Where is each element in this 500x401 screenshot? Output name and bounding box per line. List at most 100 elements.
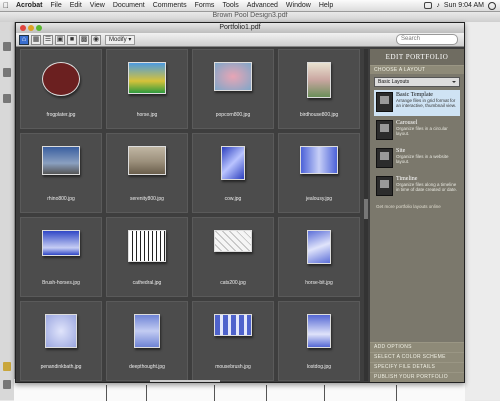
file-label: rhino800.jpg: [47, 196, 75, 202]
layout-option-site[interactable]: Site Organize files in a website layout.: [374, 146, 460, 172]
menu-advanced[interactable]: Advanced: [243, 2, 282, 9]
menu-document[interactable]: Document: [109, 2, 149, 9]
file-thumbnail[interactable]: [300, 146, 338, 174]
layout-option-carousel[interactable]: Carousel Organize files in a circular la…: [374, 118, 460, 144]
file-cell-horse-bit[interactable]: horse-bit.jpg: [278, 217, 360, 297]
menu-app[interactable]: Acrobat: [12, 2, 46, 9]
menu-tools[interactable]: Tools: [218, 2, 242, 9]
file-label: penandinkbath.jpg: [40, 364, 82, 370]
section-add-options[interactable]: ADD OPTIONS: [370, 342, 464, 352]
portfolio-window: Portfolio1.pdf ⌂ ▦ ☰ ▣ ■ ▩ ◉ Modify ▾ Se…: [15, 22, 465, 383]
portfolio-toolbar: ⌂ ▦ ☰ ▣ ■ ▩ ◉ Modify ▾ Search: [16, 33, 464, 47]
menu-comments[interactable]: Comments: [149, 2, 191, 9]
file-cell-serenity800[interactable]: serenity800.jpg: [106, 133, 188, 213]
file-cell-cow[interactable]: cow.jpg: [192, 133, 274, 213]
file-grid: frogplater.jpg horse.jpg popcorn800.jpg …: [20, 49, 364, 381]
menu-edit[interactable]: Edit: [66, 2, 86, 9]
list-view-icon[interactable]: ☰: [43, 34, 53, 45]
preview-icon[interactable]: ▣: [55, 34, 65, 45]
file-cell-birdhouse800[interactable]: birdhouse800.jpg: [278, 49, 360, 129]
file-thumbnail[interactable]: [128, 62, 166, 94]
mac-menubar:  Acrobat File Edit View Document Commen…: [0, 0, 500, 12]
file-thumbnail[interactable]: [214, 314, 252, 336]
grid-scrollbar[interactable]: [364, 49, 368, 381]
menu-forms[interactable]: Forms: [191, 2, 219, 9]
volume-icon[interactable]: ♪: [436, 2, 440, 9]
close-button[interactable]: [20, 25, 26, 31]
file-cell-deepthought[interactable]: deepthought.jpg: [106, 301, 188, 381]
spotlight-icon[interactable]: [488, 1, 496, 10]
file-cell-mousebrush[interactable]: mousebrush.jpg: [192, 301, 274, 381]
layout-thumbnail-icon: [376, 148, 393, 168]
comments-icon[interactable]: [3, 362, 11, 371]
battery-icon[interactable]: [424, 2, 433, 9]
zoom-button[interactable]: [36, 25, 42, 31]
file-cell-cats200[interactable]: cats200.jpg: [192, 217, 274, 297]
file-cell-jealousy[interactable]: jealousy.jpg: [278, 133, 360, 213]
file-thumbnail[interactable]: [134, 314, 160, 348]
layout-thumbnail-icon: [376, 120, 393, 140]
file-thumbnail[interactable]: [42, 230, 80, 256]
file-thumbnail[interactable]: [42, 62, 80, 96]
apple-icon[interactable]: : [0, 1, 12, 10]
file-thumbnail[interactable]: [128, 230, 166, 262]
file-cell-horse[interactable]: horse.jpg: [106, 49, 188, 129]
file-cell-lostdog[interactable]: lostdog.jpg: [278, 301, 360, 381]
file-cell-cathedral[interactable]: cathedral.jpg: [106, 217, 188, 297]
layout-option-basic[interactable]: Basic Template Arrange files in grid for…: [374, 90, 460, 116]
section-publish[interactable]: PUBLISH YOUR PORTFOLIO: [370, 372, 464, 382]
horizontal-scroll-indicator[interactable]: [150, 380, 220, 382]
bookmarks-icon[interactable]: [3, 68, 11, 77]
file-label: mousebrush.jpg: [215, 364, 251, 370]
file-label: lostdog.jpg: [306, 364, 332, 370]
file-label: deepthought.jpg: [129, 364, 165, 370]
grid-view-icon[interactable]: ▦: [31, 34, 41, 45]
home-icon[interactable]: ⌂: [19, 34, 29, 45]
file-label: Brush-horses.jpg: [42, 280, 80, 286]
background-window-title: Brown Pool Design3.pdf: [0, 12, 500, 22]
menu-window[interactable]: Window: [282, 2, 315, 9]
file-cell-brush-horses[interactable]: Brush-horses.jpg: [20, 217, 102, 297]
layout-thumbnail-icon: [376, 176, 393, 196]
file-thumbnail[interactable]: [214, 230, 252, 252]
signatures-icon[interactable]: [3, 94, 11, 103]
menu-file[interactable]: File: [46, 2, 65, 9]
minimize-button[interactable]: [28, 25, 34, 31]
attachments-icon[interactable]: [3, 380, 11, 389]
document-margin: [465, 22, 500, 400]
file-thumbnail[interactable]: [307, 62, 331, 98]
file-cell-frogplater[interactable]: frogplater.jpg: [20, 49, 102, 129]
modify-dropdown[interactable]: Modify ▾: [105, 34, 136, 45]
edit-portfolio-panel: EDIT PORTFOLIO CHOOSE A LAYOUT Basic Lay…: [370, 49, 464, 382]
layout-thumbnail-icon: [376, 92, 393, 112]
layout-category-select[interactable]: Basic Layouts: [374, 77, 460, 87]
file-thumbnail[interactable]: [221, 146, 245, 180]
pages-icon[interactable]: [3, 42, 11, 51]
file-thumbnail[interactable]: [42, 146, 80, 175]
file-label: cow.jpg: [224, 196, 242, 202]
file-thumbnail[interactable]: [128, 146, 166, 175]
menu-view[interactable]: View: [86, 2, 109, 9]
print-icon[interactable]: ▩: [79, 34, 89, 45]
section-choose-layout[interactable]: CHOOSE A LAYOUT: [370, 65, 464, 74]
search-input[interactable]: Search: [396, 34, 458, 45]
section-color-scheme[interactable]: SELECT A COLOR SCHEME: [370, 352, 464, 362]
menu-help[interactable]: Help: [315, 2, 337, 9]
file-thumbnail[interactable]: [214, 62, 252, 91]
file-cell-popcorn800[interactable]: popcorn800.jpg: [192, 49, 274, 129]
get-more-layouts-link[interactable]: Get more portfolio layouts online: [376, 204, 458, 209]
save-icon[interactable]: ■: [67, 34, 77, 45]
layout-description: Arrange files in grid format for an inte…: [396, 98, 457, 108]
file-thumbnail[interactable]: [307, 230, 331, 264]
menubar-clock[interactable]: Sun 9:04 AM: [444, 2, 484, 9]
file-cell-rhino800[interactable]: rhino800.jpg: [20, 133, 102, 213]
scrollbar-thumb[interactable]: [364, 199, 368, 219]
file-label: jealousy.jpg: [305, 196, 333, 202]
file-thumbnail[interactable]: [45, 314, 77, 348]
file-cell-penandinkbath[interactable]: penandinkbath.jpg: [20, 301, 102, 381]
section-file-details[interactable]: SPECIFY FILE DETAILS: [370, 362, 464, 372]
globe-icon[interactable]: ◉: [91, 34, 101, 45]
layout-option-timeline[interactable]: Timeline Organize files along a timeline…: [374, 174, 460, 200]
file-thumbnail[interactable]: [307, 314, 331, 348]
window-titlebar[interactable]: Portfolio1.pdf: [16, 23, 464, 33]
